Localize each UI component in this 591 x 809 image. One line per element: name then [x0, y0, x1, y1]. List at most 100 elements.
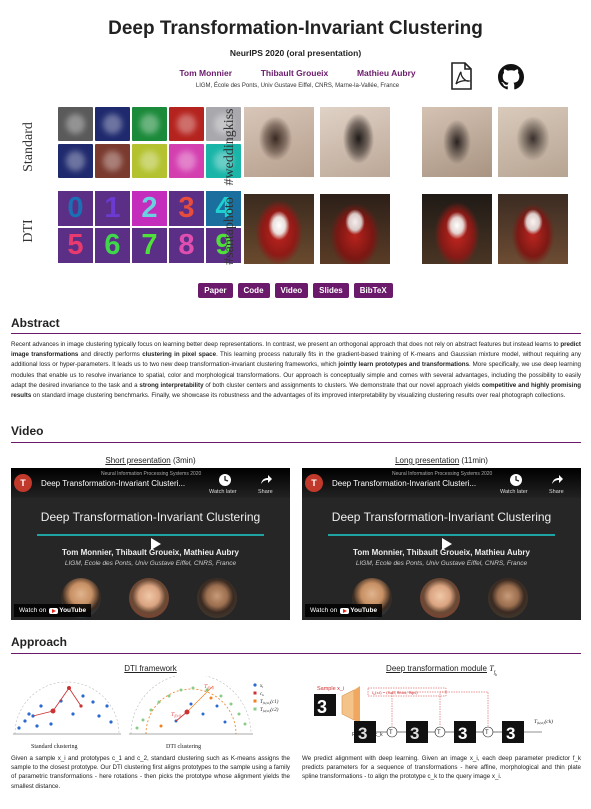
- bibtex-button[interactable]: BibTeX: [353, 283, 393, 298]
- transformation-module-link[interactable]: Deep transformation module: [386, 664, 487, 673]
- diagram-legend: xi ck Tf1(xi)(c1) Tf2(xi)(c2): [253, 683, 279, 713]
- paper-button[interactable]: Paper: [198, 283, 233, 298]
- watch-on-youtube-button[interactable]: Watch on YouTube: [305, 604, 383, 617]
- video-thumbnail: Deep Transformation-Invariant Clustering…: [302, 498, 581, 620]
- dti-framework-link[interactable]: DTI framework: [124, 664, 176, 673]
- share-icon[interactable]: [550, 473, 564, 487]
- svg-text:xi: xi: [259, 684, 263, 689]
- share-icon[interactable]: [259, 473, 273, 487]
- abstract-text: Recent advances in image clustering typi…: [11, 341, 581, 400]
- play-icon[interactable]: [151, 538, 161, 550]
- slides-button[interactable]: Slides: [313, 283, 349, 298]
- section-title-video: Video: [11, 424, 44, 438]
- dti-prototype-tile: 8: [169, 228, 204, 263]
- dti-prototype-tile: 3: [169, 191, 204, 226]
- sample-point: [157, 700, 161, 704]
- santa-prototype-photo: [498, 194, 568, 264]
- video-title[interactable]: Deep Transformation-Invariant Clusteri..…: [41, 479, 185, 488]
- svg-text:T: T: [389, 730, 393, 736]
- clock-icon[interactable]: [509, 473, 523, 487]
- watch-on-label: Watch on: [310, 607, 338, 614]
- pdf-icon[interactable]: [446, 61, 476, 91]
- author-avatar: [129, 578, 169, 618]
- fig-label-dti: DTI clustering: [166, 744, 201, 750]
- sample-point: [71, 712, 75, 716]
- transformation-module-diagram: Sample x_i 3 fk(xi) = (θaff, θmor, θtps)…: [314, 686, 553, 743]
- standard-prototype-tile: [58, 107, 93, 141]
- video-slide-affiliation: LIGM, Ecole des Ponts, Univ Gustave Eiff…: [355, 560, 528, 567]
- dti-prototype-tile: 1: [95, 191, 130, 226]
- sample-point: [81, 694, 85, 698]
- svg-text:3: 3: [458, 724, 467, 743]
- author-avatar: [420, 578, 460, 618]
- watch-later-label[interactable]: Watch later: [500, 489, 528, 495]
- dti-prototype-tile: 6: [95, 228, 130, 263]
- sample-point: [191, 686, 195, 690]
- wedding-prototype-photo: [422, 107, 492, 177]
- sample-point: [219, 694, 223, 698]
- author-avatar: [197, 578, 237, 618]
- github-icon[interactable]: [498, 64, 524, 90]
- sample-point: [17, 726, 21, 730]
- section-divider: [11, 653, 581, 654]
- video-slide-rule: [328, 534, 555, 536]
- video-slide-heading: Deep Transformation-Invariant Clustering: [331, 510, 552, 524]
- sample-point: [167, 694, 171, 698]
- sample-point: [91, 700, 95, 704]
- channel-avatar[interactable]: T: [305, 474, 323, 492]
- wedding-prototype-photo: [320, 107, 390, 177]
- dti-prototype-tile: 7: [132, 228, 167, 263]
- svg-text:3: 3: [410, 724, 419, 743]
- sample-point: [39, 704, 43, 708]
- youtube-play-icon: [340, 607, 350, 614]
- youtube-logo: YouTube: [49, 607, 86, 614]
- sample-point: [189, 702, 193, 706]
- standard-prototype-tile: [132, 144, 167, 178]
- long-presentation-link[interactable]: Long presentation: [395, 456, 459, 465]
- author-link[interactable]: Tom Monnier: [179, 68, 232, 78]
- video-thumbnail: Deep Transformation-Invariant Clustering…: [11, 498, 290, 620]
- author-link[interactable]: Mathieu Aubry: [357, 68, 416, 78]
- sample-point: [35, 724, 39, 728]
- sample-point: [229, 702, 233, 706]
- santa-prototype-photo: [244, 194, 314, 264]
- channel-avatar[interactable]: T: [14, 474, 32, 492]
- author-link[interactable]: Thibault Groueix: [261, 68, 329, 78]
- watch-later-label[interactable]: Watch later: [209, 489, 237, 495]
- video-title[interactable]: Deep Transformation-Invariant Clusteri..…: [332, 479, 476, 488]
- watch-on-youtube-button[interactable]: Watch on YouTube: [14, 604, 92, 617]
- wedding-prototype-photo: [244, 107, 314, 177]
- sample-point: [23, 719, 27, 723]
- video-overlay-subtitle: Neural Information Processing Systems 20…: [392, 471, 493, 477]
- play-icon[interactable]: [442, 538, 452, 550]
- photo-label-santaphoto: #santaphoto: [222, 197, 237, 265]
- sample-point: [159, 724, 163, 728]
- sample-point: [179, 688, 183, 692]
- share-label[interactable]: Share: [258, 489, 273, 495]
- code-button[interactable]: Code: [237, 283, 270, 298]
- share-label[interactable]: Share: [549, 489, 564, 495]
- dti-clustering-panel: [129, 676, 253, 735]
- wedding-prototype-photo: [498, 107, 568, 177]
- short-presentation-link[interactable]: Short presentation: [105, 456, 170, 465]
- sample-point: [223, 720, 227, 724]
- sample-point: [243, 722, 247, 726]
- svg-text:Tf2(xi)(c2): Tf2(xi)(c2): [260, 708, 279, 713]
- clock-icon[interactable]: [218, 473, 232, 487]
- santa-prototype-photo: [320, 194, 390, 264]
- standard-prototype-tile: [132, 107, 167, 141]
- svg-text:T: T: [437, 730, 441, 736]
- video-slide-heading: Deep Transformation-Invariant Clustering: [40, 510, 261, 524]
- dti-prototype-tile: 0: [58, 191, 93, 226]
- sample-point: [141, 718, 145, 722]
- svg-text:Tf1(xi)(c1): Tf1(xi)(c1): [260, 700, 279, 705]
- video-button[interactable]: Video: [274, 283, 309, 298]
- svg-text:ck: ck: [260, 692, 264, 697]
- video-player-short[interactable]: Deep Transformation-Invariant Clustering…: [11, 468, 290, 620]
- sample-point: [135, 726, 139, 730]
- row-label-standard: Standard: [21, 122, 36, 172]
- video-player-long[interactable]: Deep Transformation-Invariant Clustering…: [302, 468, 581, 620]
- video-title-short: Short presentation (3min): [105, 456, 196, 465]
- svg-text:Tf(xi): Tf(xi): [171, 712, 182, 718]
- fig-label-sample: Sample x_i: [317, 686, 344, 692]
